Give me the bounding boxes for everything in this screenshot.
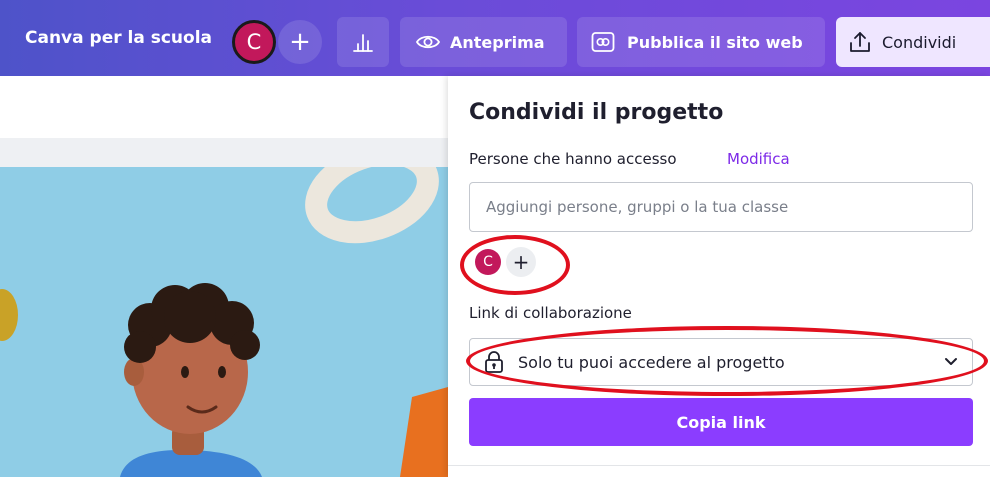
publish-website-icon xyxy=(591,32,615,52)
chevron-down-icon xyxy=(945,358,957,365)
edit-access-link[interactable]: Modifica xyxy=(727,150,790,168)
lock-icon xyxy=(485,351,503,373)
add-member-button[interactable]: + xyxy=(506,247,536,277)
eye-icon xyxy=(416,35,440,49)
design-illustration xyxy=(0,167,448,477)
top-toolbar: Canva per la scuola C + Anteprima Pubbli… xyxy=(0,0,990,76)
preview-label: Anteprima xyxy=(450,32,545,52)
brand-label[interactable]: Canva per la scuola xyxy=(25,28,212,48)
add-collaborator-button[interactable]: + xyxy=(278,20,322,64)
user-avatar[interactable]: C xyxy=(232,20,276,64)
insights-button[interactable] xyxy=(337,17,389,67)
panel-divider xyxy=(448,465,990,466)
add-people-input[interactable] xyxy=(469,182,973,232)
canvas-toolbar-strip xyxy=(0,138,448,167)
share-button[interactable]: Condividi xyxy=(836,17,990,67)
copy-link-button[interactable]: Copia link xyxy=(469,398,973,446)
member-avatar[interactable]: C xyxy=(475,249,501,275)
collab-link-value: Solo tu puoi accedere al progetto xyxy=(518,352,785,372)
insights-icon xyxy=(353,34,373,52)
preview-button[interactable]: Anteprima xyxy=(400,17,567,67)
people-access-label: Persone che hanno accesso xyxy=(469,150,677,168)
share-upload-icon xyxy=(850,32,870,52)
design-canvas[interactable] xyxy=(0,167,448,477)
publish-website-button[interactable]: Pubblica il sito web xyxy=(577,17,825,67)
collab-link-label: Link di collaborazione xyxy=(469,304,632,322)
publish-label: Pubblica il sito web xyxy=(627,32,803,52)
collab-link-dropdown[interactable]: Solo tu puoi accedere al progetto xyxy=(469,338,973,386)
share-panel-title: Condividi il progetto xyxy=(469,100,724,125)
share-label: Condividi xyxy=(882,32,957,52)
share-panel: Condividi il progetto Persone che hanno … xyxy=(448,76,990,477)
